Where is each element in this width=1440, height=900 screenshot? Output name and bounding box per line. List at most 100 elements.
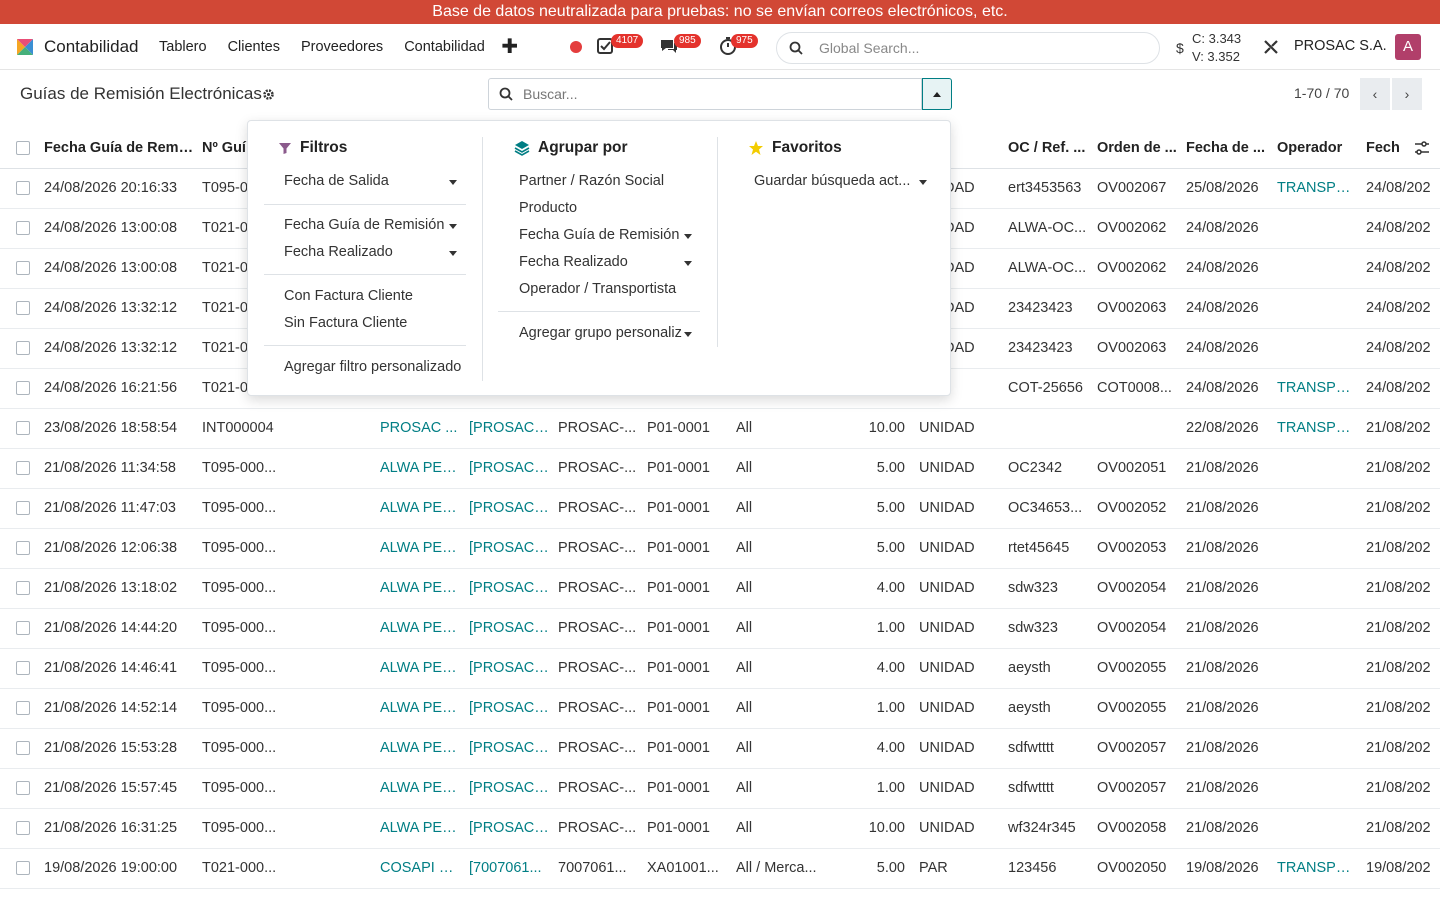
row-checkbox-cell[interactable] (0, 728, 40, 769)
row-checkbox-cell[interactable] (0, 288, 40, 329)
row-checkbox-cell[interactable] (0, 488, 40, 529)
groupby-fecha-guia[interactable]: Fecha Guía de Remisión (519, 227, 679, 243)
table-cell: OV002063 (1093, 288, 1182, 329)
row-checkbox[interactable] (16, 461, 30, 476)
row-checkbox-cell[interactable] (0, 648, 40, 689)
caret-down-icon[interactable] (449, 251, 457, 256)
column-header[interactable]: OC / Ref. ... (1004, 128, 1093, 169)
caret-down-icon[interactable] (449, 180, 457, 185)
caret-down-icon[interactable] (684, 261, 692, 266)
row-checkbox-cell[interactable] (0, 808, 40, 849)
table-row[interactable]: 21/08/2026 16:31:25 T095-000... ALWA PER..… (0, 808, 1440, 849)
row-checkbox[interactable] (16, 621, 30, 636)
search-input[interactable] (523, 86, 903, 102)
global-search-input[interactable] (819, 40, 1119, 56)
row-checkbox[interactable] (16, 741, 30, 756)
caret-down-icon[interactable] (684, 234, 692, 239)
filter-fecha-guia[interactable]: Fecha Guía de Remisión (284, 217, 444, 233)
table-row[interactable]: 21/08/2026 15:53:28 T095-000... ALWA PER..… (0, 728, 1440, 769)
global-search[interactable] (776, 32, 1160, 64)
search-box[interactable] (488, 78, 922, 110)
filter-fecha-realizado[interactable]: Fecha Realizado (284, 244, 393, 260)
groupby-fecha-realizado[interactable]: Fecha Realizado (519, 254, 628, 270)
groupby-partner[interactable]: Partner / Razón Social (519, 173, 664, 189)
row-checkbox[interactable] (16, 701, 30, 716)
filter-fecha-salida[interactable]: Fecha de Salida (284, 173, 389, 189)
row-checkbox[interactable] (16, 341, 30, 356)
row-checkbox-cell[interactable] (0, 208, 40, 249)
select-all-checkbox[interactable] (16, 140, 30, 155)
add-custom-group[interactable]: Agregar grupo personaliz (519, 325, 682, 341)
optional-columns-icon[interactable] (1414, 140, 1430, 156)
row-checkbox-cell[interactable] (0, 608, 40, 649)
table-cell: TRANSPO... (1273, 368, 1362, 409)
table-row[interactable]: 21/08/2026 12:06:38 T095-000... ALWA PER..… (0, 528, 1440, 569)
add-custom-filter[interactable]: Agregar filtro personalizado (284, 359, 461, 375)
row-checkbox[interactable] (16, 781, 30, 796)
quick-create-plus-icon[interactable]: ✚ (501, 34, 518, 59)
row-checkbox-cell[interactable] (0, 768, 40, 809)
save-current-search[interactable]: Guardar búsqueda act... (754, 173, 910, 189)
pager-next-button[interactable]: › (1392, 78, 1422, 110)
column-header[interactable]: Fecha de ... (1182, 128, 1273, 169)
pager-value[interactable]: 1-70 / 70 (1294, 85, 1349, 101)
column-header[interactable]: Operador (1273, 128, 1362, 169)
debug-tools-icon[interactable] (1262, 38, 1280, 56)
row-checkbox-cell[interactable] (0, 448, 40, 489)
table-row[interactable]: 21/08/2026 11:34:58 T095-000... ALWA PER..… (0, 448, 1440, 489)
table-cell (1273, 528, 1362, 569)
row-checkbox[interactable] (16, 861, 30, 876)
menu-clientes[interactable]: Clientes (217, 39, 290, 55)
row-checkbox-cell[interactable] (0, 528, 40, 569)
table-row[interactable]: 23/08/2026 18:58:54 INT000004 PROSAC ... [P… (0, 408, 1440, 449)
table-row[interactable]: 21/08/2026 14:52:14 T095-000... ALWA PER..… (0, 688, 1440, 729)
table-row[interactable]: 21/08/2026 14:46:41 T095-000... ALWA PER..… (0, 648, 1440, 689)
groupby-producto[interactable]: Producto (519, 200, 577, 216)
recording-dot-icon[interactable] (570, 41, 582, 53)
row-checkbox-cell[interactable] (0, 688, 40, 729)
filter-sin-factura[interactable]: Sin Factura Cliente (284, 315, 407, 331)
row-checkbox[interactable] (16, 301, 30, 316)
row-checkbox[interactable] (16, 381, 30, 396)
row-checkbox[interactable] (16, 661, 30, 676)
menu-tablero[interactable]: Tablero (149, 39, 218, 55)
pager-previous-button[interactable]: ‹ (1360, 78, 1390, 110)
table-row[interactable]: 19/08/2026 19:00:00 T021-000... COSAPI S A… (0, 848, 1440, 889)
filter-con-factura[interactable]: Con Factura Cliente (284, 288, 413, 304)
app-brand[interactable]: Contabilidad (14, 36, 139, 58)
table-row[interactable]: 21/08/2026 14:44:20 T095-000... ALWA PER..… (0, 608, 1440, 649)
row-checkbox[interactable] (16, 421, 30, 436)
user-avatar[interactable]: A (1395, 34, 1421, 60)
table-row[interactable]: 21/08/2026 11:47:03 T095-000... ALWA PER..… (0, 488, 1440, 529)
row-checkbox-cell[interactable] (0, 408, 40, 449)
groupby-operador[interactable]: Operador / Transportista (519, 281, 676, 297)
menu-proveedores[interactable]: Proveedores (290, 39, 393, 55)
select-all-checkbox-cell[interactable] (0, 128, 40, 169)
search-options-toggle[interactable] (922, 78, 952, 110)
table-row[interactable]: 21/08/2026 15:57:45 T095-000... ALWA PER..… (0, 768, 1440, 809)
table-row[interactable]: 21/08/2026 13:18:02 T095-000... ALWA PER..… (0, 568, 1440, 609)
row-checkbox-cell[interactable] (0, 368, 40, 409)
row-checkbox[interactable] (16, 501, 30, 516)
row-checkbox-cell[interactable] (0, 168, 40, 209)
column-header[interactable]: Fecha Guía de Remi... (40, 128, 198, 169)
row-checkbox-cell[interactable] (0, 328, 40, 369)
gear-icon[interactable] (262, 88, 275, 101)
column-header[interactable]: Orden de ... (1093, 128, 1182, 169)
caret-down-icon[interactable] (919, 180, 927, 185)
caret-down-icon[interactable] (449, 224, 457, 229)
row-checkbox-cell[interactable] (0, 568, 40, 609)
row-checkbox[interactable] (16, 581, 30, 596)
row-checkbox[interactable] (16, 221, 30, 236)
caret-down-icon[interactable] (684, 332, 692, 337)
currency-rates: $ C: 3.343 V: 3.352 (1176, 30, 1241, 66)
company-switcher[interactable]: PROSAC S.A. (1294, 38, 1387, 54)
row-checkbox[interactable] (16, 261, 30, 276)
row-checkbox[interactable] (16, 181, 30, 196)
row-checkbox[interactable] (16, 541, 30, 556)
row-checkbox-cell[interactable] (0, 848, 40, 889)
menu-contabilidad[interactable]: Contabilidad (394, 39, 496, 55)
row-checkbox[interactable] (16, 821, 30, 836)
row-checkbox-cell[interactable] (0, 248, 40, 289)
table-cell: UNIDAD (915, 728, 1004, 769)
